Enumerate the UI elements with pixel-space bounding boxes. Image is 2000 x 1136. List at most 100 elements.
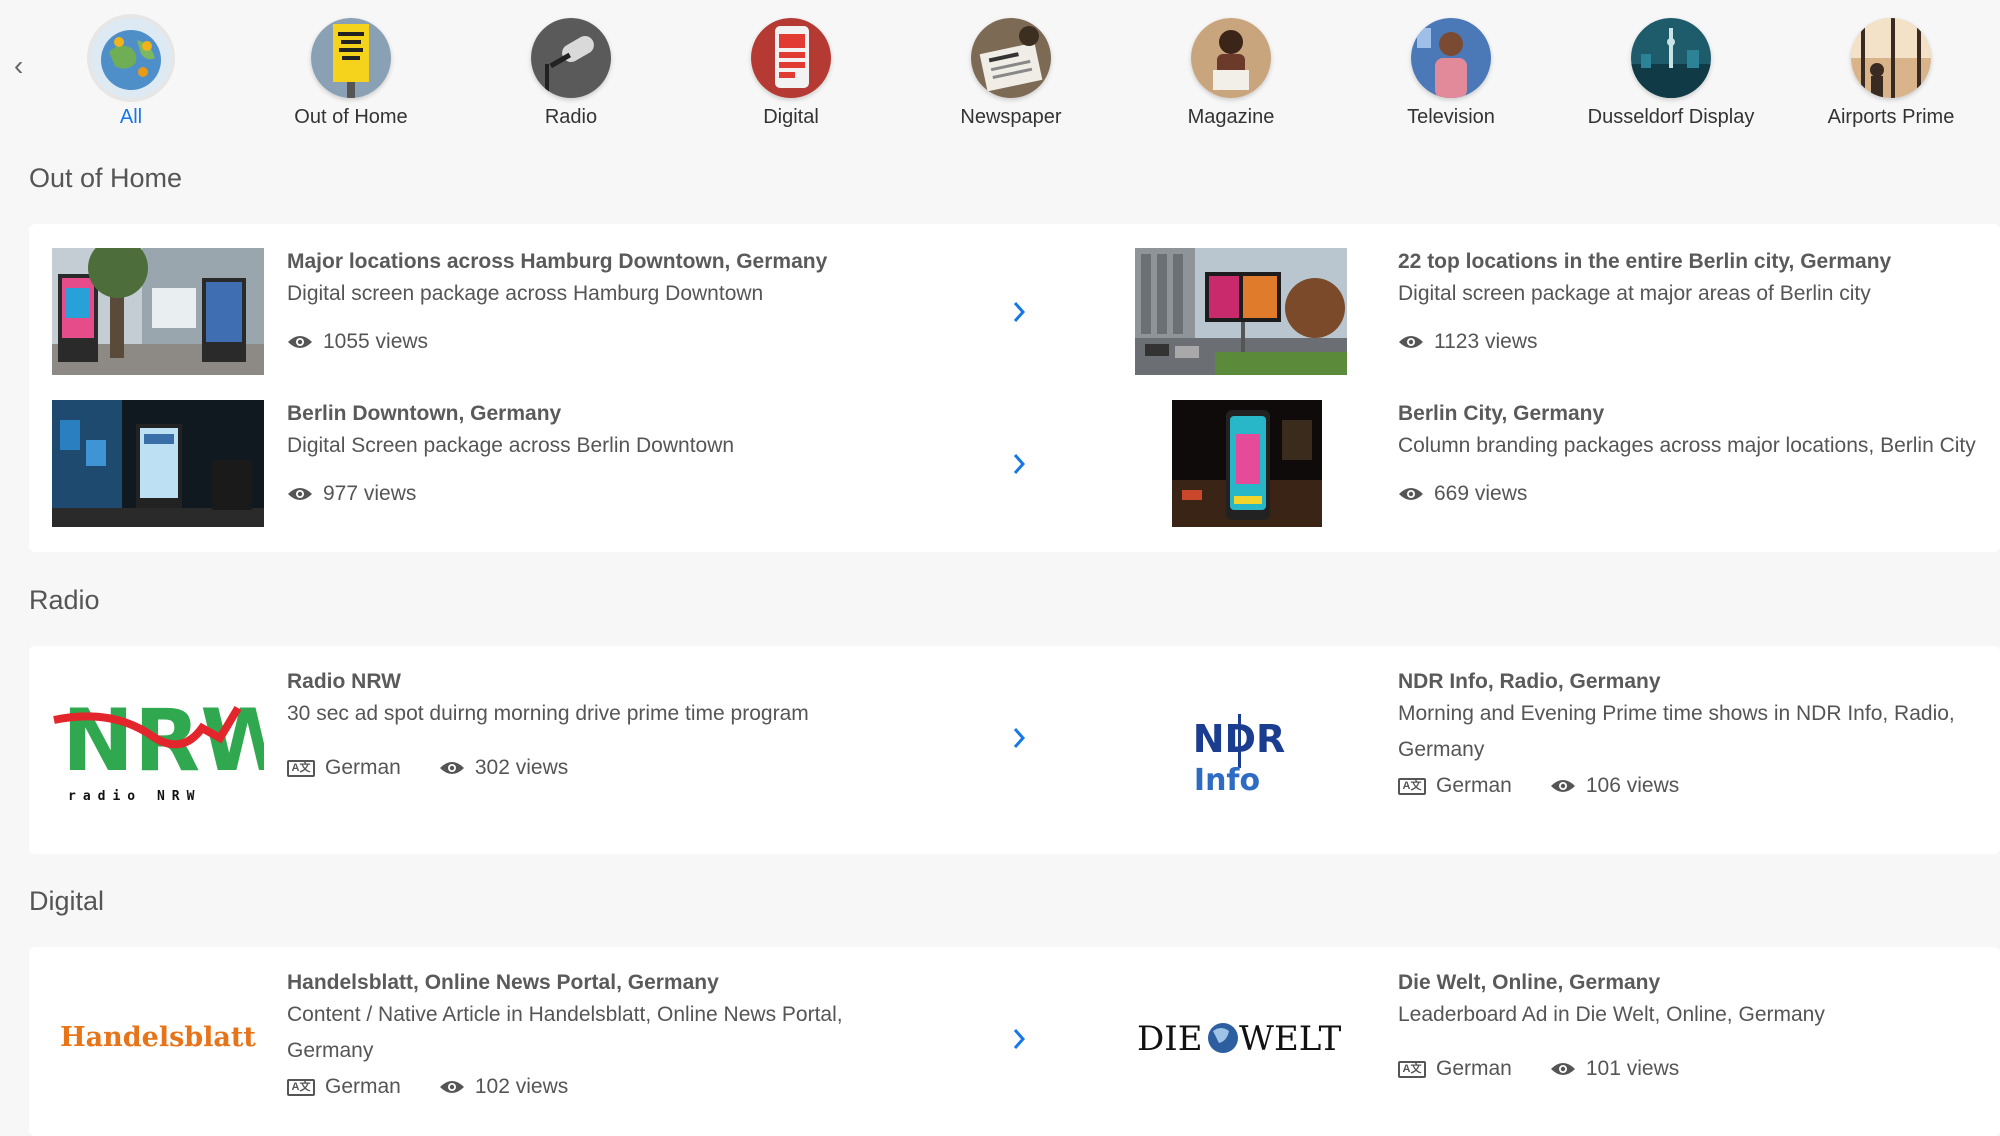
city-skyline-icon (1631, 18, 1711, 98)
category-dusseldorf-display[interactable]: Dusseldorf Display (1566, 18, 1776, 129)
radio-nrw-logo: NRW radio NRW (52, 678, 264, 805)
listing-description: Leaderboard Ad in Die Welt, Online, Germ… (1398, 1003, 1825, 1026)
view-count: 1055 views (323, 330, 429, 353)
listing-ndr-info[interactable]: NDR Info NDR Info, Radio, Germany Mornin… (1109, 646, 2000, 854)
listing-title: NDR Info, Radio, Germany (1398, 670, 1661, 693)
view-count: 102 views (474, 1075, 569, 1098)
eye-icon (1550, 1063, 1575, 1075)
listing-meta: A文 German 106 views (1398, 774, 1679, 798)
eye-icon (1399, 336, 1423, 348)
language-icon: A文 (287, 759, 315, 777)
listing-thumbnail (1135, 248, 1347, 375)
logo-text: radio NRW (68, 789, 201, 804)
language-label: German (325, 756, 401, 779)
eye-icon (288, 488, 312, 500)
category-radio[interactable]: Radio (466, 18, 676, 129)
listing-title: Handelsblatt, Online News Portal, German… (287, 971, 719, 994)
ndr-info-logo: NDR Info (1135, 678, 1347, 805)
category-label: Newspaper (960, 106, 1062, 128)
handelsblatt-logo: Handelsblatt (52, 971, 264, 1098)
listing-meta: A文 German 101 views (1398, 1057, 1679, 1081)
listing-title: Berlin Downtown, Germany (287, 402, 562, 425)
chevron-right-icon[interactable] (1011, 1027, 1027, 1051)
section-card-out-of-home: Major locations across Hamburg Downtown,… (29, 224, 2000, 552)
section-card-digital: Handelsblatt Handelsblatt, Online News P… (29, 947, 2000, 1136)
listing-description: Digital Screen package across Berlin Dow… (287, 434, 735, 457)
listing-berlin-downtown[interactable]: Berlin Downtown, Germany Digital Screen … (29, 384, 1059, 544)
listing-thumbnail (1172, 400, 1322, 527)
view-count: 1123 views (1434, 330, 1538, 353)
listing-meta: 977 views (287, 482, 416, 506)
listing-meta: A文 German 102 views (287, 1075, 568, 1099)
section-card-radio: NRW radio NRW Radio NRW 30 sec ad spot d… (29, 646, 2000, 854)
eye-icon (439, 1081, 464, 1093)
section-title-out-of-home: Out of Home (29, 163, 183, 193)
logo-text: DIE (1137, 1019, 1203, 1059)
listing-hamburg-downtown[interactable]: Major locations across Hamburg Downtown,… (29, 224, 1059, 384)
eye-icon (288, 336, 312, 348)
prev-arrow-icon[interactable]: ‹ (14, 52, 23, 80)
globe-icon (91, 18, 171, 98)
chevron-right-icon[interactable] (1011, 726, 1027, 750)
view-count: 977 views (323, 482, 417, 505)
listing-thumbnail (52, 400, 264, 527)
category-label: Magazine (1187, 106, 1275, 128)
listing-meta: 1055 views (287, 330, 428, 354)
listing-berlin-22-locations[interactable]: 22 top locations in the entire Berlin ci… (1109, 224, 2000, 384)
listing-description: 30 sec ad spot duirng morning drive prim… (287, 702, 809, 725)
chevron-right-icon[interactable] (1011, 300, 1027, 324)
listing-meta: 669 views (1398, 482, 1527, 506)
newspaper-icon (971, 18, 1051, 98)
view-count: 302 views (474, 756, 569, 779)
category-all[interactable]: All (26, 18, 236, 129)
category-label: All (119, 106, 143, 128)
listing-description: Digital screen package across Hamburg Do… (287, 282, 764, 305)
logo-text: Handelsblatt (60, 1022, 256, 1053)
category-label: Digital (763, 106, 819, 128)
category-strip: ‹ All Out of Home Radio Digital Newspape… (0, 0, 2000, 130)
listing-radio-nrw[interactable]: NRW radio NRW Radio NRW 30 sec ad spot d… (29, 646, 1059, 854)
category-label: Television (1407, 106, 1495, 128)
listing-title: Major locations across Hamburg Downtown,… (287, 250, 828, 273)
listing-description: Content / Native Article in Handelsblatt… (287, 1003, 843, 1062)
category-label: Dusseldorf Display (1587, 106, 1755, 128)
language-icon: A文 (1398, 777, 1426, 795)
category-digital[interactable]: Digital (686, 18, 896, 129)
view-count: 669 views (1434, 482, 1528, 505)
listing-description: Digital screen package at major areas of… (1398, 282, 1871, 305)
smartphone-icon (751, 18, 831, 98)
listing-title: Berlin City, Germany (1398, 402, 1605, 425)
language-label: German (1436, 774, 1512, 797)
language-label: German (325, 1075, 401, 1098)
listing-die-welt[interactable]: DIE WELT Die Welt, Online, Germany Leade… (1109, 947, 2000, 1136)
view-count: 101 views (1585, 1057, 1680, 1080)
listing-meta: 1123 views (1398, 330, 1538, 354)
category-magazine[interactable]: Magazine (1126, 18, 1336, 129)
section-title-digital: Digital (29, 886, 105, 916)
language-label: German (1436, 1057, 1512, 1080)
language-icon: A文 (287, 1078, 315, 1096)
die-welt-logo: DIE WELT (1135, 971, 1347, 1098)
category-television[interactable]: Television (1346, 18, 1556, 129)
listing-description: Column branding packages across major lo… (1398, 434, 1976, 457)
listing-thumbnail (52, 248, 264, 375)
listing-title: Radio NRW (287, 670, 401, 693)
listing-berlin-city[interactable]: Berlin City, Germany Column branding pac… (1109, 384, 2000, 544)
category-label: Radio (544, 106, 598, 128)
listing-title: 22 top locations in the entire Berlin ci… (1398, 250, 1892, 273)
category-newspaper[interactable]: Newspaper (906, 18, 1116, 129)
eye-icon (1550, 780, 1575, 792)
eye-icon (439, 762, 464, 774)
television-icon (1411, 18, 1491, 98)
language-icon: A文 (1398, 1060, 1426, 1078)
category-out-of-home[interactable]: Out of Home (246, 18, 456, 129)
microphone-icon (531, 18, 611, 98)
eye-icon (1399, 488, 1423, 500)
chevron-right-icon[interactable] (1011, 452, 1027, 476)
listing-meta: A文 German 302 views (287, 756, 568, 780)
listing-handelsblatt[interactable]: Handelsblatt Handelsblatt, Online News P… (29, 947, 1059, 1136)
section-title-radio: Radio (29, 585, 100, 615)
view-count: 106 views (1585, 774, 1680, 797)
logo-text: Info (1194, 763, 1260, 798)
category-airports-prime[interactable]: Airports Prime (1786, 18, 1996, 129)
